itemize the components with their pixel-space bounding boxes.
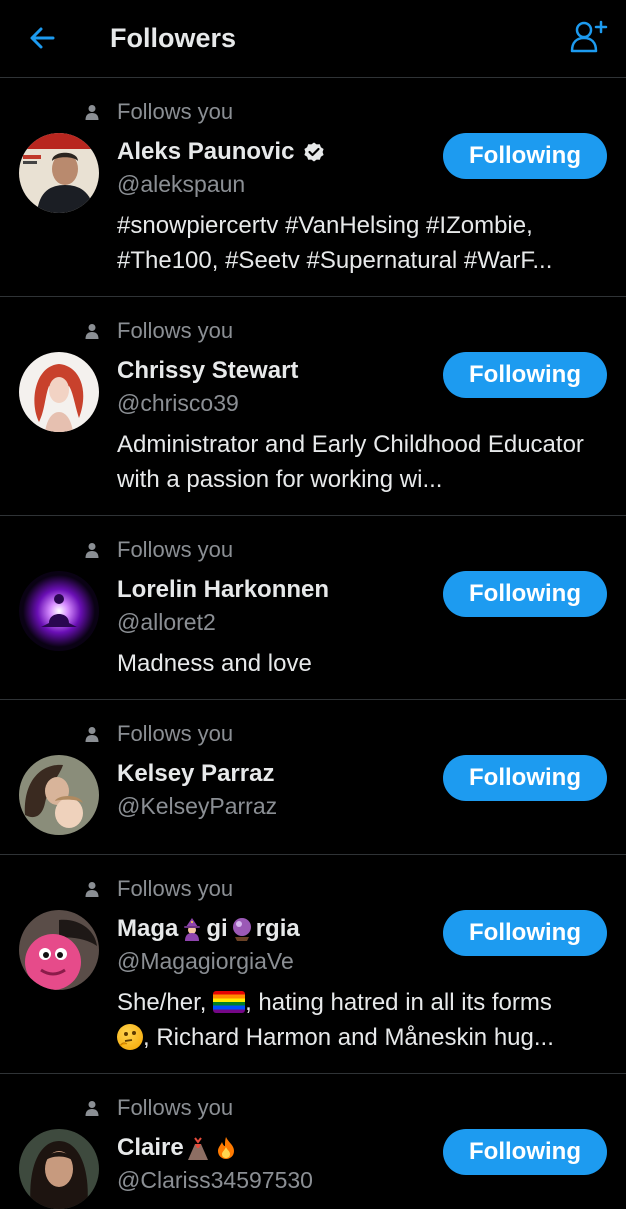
list-item[interactable]: Follows you Claire @Clariss34597530 Foll… <box>0 1074 626 1209</box>
list-item[interactable]: Follows you Maga gi rgia @MagagiorgiaVe … <box>0 855 626 1074</box>
user-handle: @alloret2 <box>117 609 216 635</box>
page-title: Followers <box>110 23 237 53</box>
fire-emoji-icon <box>214 1136 238 1160</box>
person-icon <box>84 542 100 558</box>
bio-text: , Richard Harmon and Måneskin hug... <box>143 1024 554 1051</box>
follows-you-label: Follows you <box>117 318 234 343</box>
user-name: Claire <box>117 1134 184 1161</box>
following-button[interactable]: Following <box>443 571 607 617</box>
user-bio: Madness and love <box>117 650 312 677</box>
user-handle: @alekspaun <box>117 171 246 197</box>
user-name-row[interactable]: Claire <box>117 1131 240 1165</box>
user-name-part: rgia <box>255 915 300 942</box>
following-button[interactable]: Following <box>443 352 607 398</box>
following-button[interactable]: Following <box>443 133 607 179</box>
user-bio: Administrator and Early Childhood Educat… <box>117 431 584 493</box>
user-bio: #snowpiercertv #VanHelsing #IZombie, #Th… <box>117 212 553 274</box>
follows-you-row: Follows you <box>84 1094 233 1122</box>
user-handle: @MagagiorgiaVe <box>117 948 294 974</box>
user-name-part: Maga <box>117 915 179 942</box>
thinking-face-icon <box>117 1024 143 1050</box>
follows-you-row: Follows you <box>84 720 233 748</box>
follows-you-row: Follows you <box>84 98 233 126</box>
follows-you-row: Follows you <box>84 875 233 903</box>
top-bar: Followers <box>0 0 626 78</box>
list-item[interactable]: Follows you Chrissy Stewart @chrisco39 A… <box>0 297 626 516</box>
person-icon <box>84 104 100 120</box>
user-handle: @chrisco39 <box>117 390 239 416</box>
verified-badge-icon <box>302 140 326 164</box>
follows-you-row: Follows you <box>84 536 233 564</box>
user-name-row[interactable]: Chrissy Stewart <box>117 354 298 388</box>
user-name-row[interactable]: Maga gi rgia <box>117 912 300 946</box>
following-button[interactable]: Following <box>443 755 607 801</box>
user-name-row[interactable]: Aleks Paunovic <box>117 135 326 169</box>
person-icon <box>84 726 100 742</box>
list-item[interactable]: Follows you Lorelin Harkonnen @alloret2 … <box>0 516 626 700</box>
user-bio: She/her, , hating hatred in all its form… <box>117 985 607 1055</box>
user-handle: @KelseyParraz <box>117 793 278 819</box>
back-button[interactable] <box>18 18 66 58</box>
person-icon <box>84 323 100 339</box>
mage-emoji-icon <box>180 917 204 941</box>
user-name-row[interactable]: Lorelin Harkonnen <box>117 573 329 607</box>
add-user-icon <box>570 20 608 53</box>
user-name: Chrissy Stewart <box>117 357 299 384</box>
list-item[interactable]: Follows you Kelsey Parraz @KelseyParraz … <box>0 700 626 855</box>
followers-list: Follows you Aleks Paunovic @alekspaun #s… <box>0 78 626 1209</box>
follows-you-row: Follows you <box>84 317 233 345</box>
user-name-row[interactable]: Kelsey Parraz <box>117 757 274 791</box>
avatar[interactable] <box>19 910 99 990</box>
crystal-ball-emoji-icon <box>230 917 254 941</box>
avatar[interactable] <box>19 1129 99 1209</box>
avatar[interactable] <box>19 352 99 432</box>
user-handle: @Clariss34597530 <box>117 1167 313 1193</box>
user-name: Lorelin Harkonnen <box>117 576 330 603</box>
bio-text: She/her, <box>117 989 214 1016</box>
user-name-part: gi <box>206 915 228 942</box>
user-name: Kelsey Parraz <box>117 760 275 787</box>
person-icon <box>84 881 100 897</box>
rainbow-flag-icon <box>213 991 246 1013</box>
follows-you-label: Follows you <box>117 876 234 901</box>
add-user-button[interactable] <box>566 14 612 60</box>
follows-you-label: Follows you <box>117 721 234 746</box>
avatar[interactable] <box>19 571 99 651</box>
following-button[interactable]: Following <box>443 1129 607 1175</box>
person-icon <box>84 1100 100 1116</box>
avatar[interactable] <box>19 133 99 213</box>
user-name: Aleks Paunovic <box>117 138 295 165</box>
volcano-emoji-icon <box>186 1136 210 1160</box>
arrow-left-icon <box>30 27 55 49</box>
avatar[interactable] <box>19 755 99 835</box>
follows-you-label: Follows you <box>117 99 234 124</box>
following-button[interactable]: Following <box>443 910 607 956</box>
follows-you-label: Follows you <box>117 537 234 562</box>
follows-you-label: Follows you <box>117 1095 234 1120</box>
bio-text: , hating hatred in all its forms <box>245 989 552 1016</box>
list-item[interactable]: Follows you Aleks Paunovic @alekspaun #s… <box>0 78 626 297</box>
